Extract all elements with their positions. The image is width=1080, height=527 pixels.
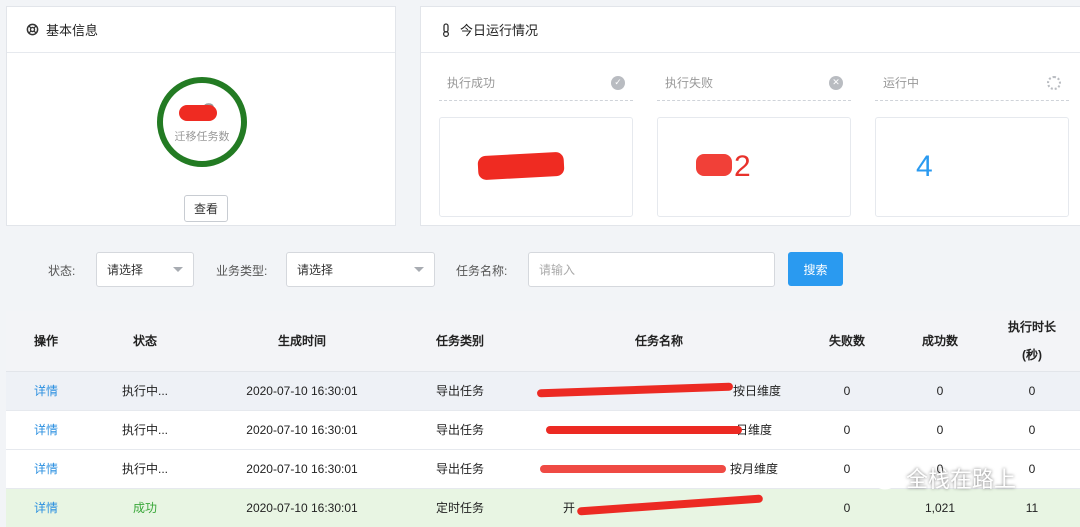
migration-count-label: 迁移任务数: [174, 130, 230, 143]
redaction-mark: [539, 465, 726, 473]
col-task-name: 任务名称: [520, 311, 798, 372]
stat-failed-box: 2: [657, 117, 851, 217]
col-duration-line1: 执行时长: [1007, 319, 1056, 334]
stat-success-box: 3: [439, 117, 633, 217]
task-name-input[interactable]: 请输入: [528, 252, 775, 287]
row-task-type: 定时任务: [400, 488, 520, 527]
redaction-mark: [576, 494, 764, 516]
row-status: 执行中...: [86, 371, 204, 411]
detail-link[interactable]: 详情: [6, 449, 86, 489]
migration-count-ring: 8 迁移任务数: [157, 77, 247, 167]
row-task-type: 导出任务: [400, 410, 520, 450]
status-select[interactable]: 请选择: [96, 252, 194, 287]
search-button[interactable]: 搜索: [788, 252, 843, 286]
wechat-icon: [863, 466, 896, 490]
row-created-at: 2020-07-10 16:30:01: [204, 449, 400, 489]
detail-link[interactable]: 详情: [6, 410, 86, 450]
table-row: 详情 执行中... 2020-07-10 16:30:01 导出任务 按日维度 …: [6, 371, 1080, 411]
stat-running-box: 4: [875, 117, 1069, 217]
watermark-text: 全栈在路上: [906, 467, 1017, 492]
status-filter-label: 状态:: [48, 264, 76, 278]
col-duration: 执行时长 (秒): [984, 311, 1080, 372]
basic-info-panel: 基本信息 8 迁移任务数 查看: [6, 6, 396, 226]
status-select-value: 请选择: [107, 263, 144, 277]
row-task-name: 按日维度: [520, 371, 798, 411]
table-row: 详情 执行中... 2020-07-10 16:30:01 导出任务 日维度 0…: [6, 410, 1080, 450]
row-status: 成功: [86, 488, 204, 527]
col-task-type: 任务类别: [400, 311, 520, 372]
today-status-title: 今日运行情况: [460, 23, 539, 38]
row-task-name: 开: [520, 488, 798, 527]
row-task-name: 按月维度: [520, 449, 798, 489]
col-success-count: 成功数: [896, 311, 984, 372]
row-task-name-text: 按月维度: [729, 462, 778, 476]
redaction-mark: [536, 382, 734, 398]
lifebuoy-icon: [25, 23, 39, 37]
col-action: 操作: [6, 311, 86, 372]
stat-running: 运行中 4: [875, 65, 1069, 217]
biz-type-filter-label: 业务类型:: [216, 264, 268, 278]
biz-type-select[interactable]: 请选择: [286, 252, 435, 287]
row-task-type: 导出任务: [400, 449, 520, 489]
row-task-name-text: 按日维度: [732, 384, 781, 398]
basic-info-title: 基本信息: [46, 23, 99, 38]
check-circle-icon: ✓: [611, 75, 625, 90]
redaction-mark: [178, 104, 217, 121]
table-header-row: 操作 状态 生成时间 任务类别 任务名称 失败数 成功数 执行时长 (秒): [6, 311, 1080, 372]
row-task-name: 日维度: [520, 410, 798, 450]
row-success-count: 0: [896, 410, 984, 450]
col-fail-count: 失败数: [798, 311, 896, 372]
stat-running-value: 4: [916, 150, 933, 183]
row-status: 执行中...: [86, 449, 204, 489]
row-created-at: 2020-07-10 16:30:01: [204, 410, 400, 450]
detail-link[interactable]: 详情: [6, 488, 86, 527]
stat-running-label: 运行中: [883, 76, 920, 90]
chevron-down-icon: [173, 267, 183, 272]
detail-link[interactable]: 详情: [6, 371, 86, 411]
stat-success-label: 执行成功: [447, 76, 496, 90]
task-name-filter-label: 任务名称:: [456, 264, 508, 278]
row-fail-count: 0: [798, 371, 896, 411]
row-status: 执行中...: [86, 410, 204, 450]
thermometer-icon: [439, 22, 453, 37]
row-duration: 0: [984, 371, 1080, 411]
col-created-at: 生成时间: [204, 311, 400, 372]
task-name-placeholder: 请输入: [539, 263, 576, 277]
row-duration: 0: [984, 410, 1080, 450]
row-task-name-text: 开: [562, 501, 575, 515]
row-task-type: 导出任务: [400, 371, 520, 411]
migration-count-value: 8: [178, 100, 217, 125]
spinner-icon: [1047, 75, 1061, 90]
row-created-at: 2020-07-10 16:30:01: [204, 371, 400, 411]
watermark: 全栈在路上: [862, 462, 1016, 494]
row-success-count: 0: [896, 371, 984, 411]
redaction-mark: [545, 426, 742, 434]
row-fail-count: 0: [798, 410, 896, 450]
basic-info-header: 基本信息: [7, 7, 395, 53]
stat-success: 执行成功 ✓ 3: [439, 65, 633, 217]
stat-failed: 执行失败 ✕ 2: [657, 65, 851, 217]
view-button[interactable]: 查看: [184, 195, 228, 222]
col-duration-line2: (秒): [1022, 347, 1042, 362]
today-status-panel: 今日运行情况 执行成功 ✓ 3 执行失败 ✕ 2 运行中 4: [420, 6, 1080, 226]
row-created-at: 2020-07-10 16:30:01: [204, 488, 400, 527]
today-status-header: 今日运行情况: [421, 7, 1080, 53]
biz-type-select-value: 请选择: [297, 263, 334, 277]
x-circle-icon: ✕: [829, 75, 843, 90]
filter-bar: 状态: 请选择 业务类型: 请选择 任务名称: 请输入 搜索: [6, 238, 1080, 306]
task-table: 操作 状态 生成时间 任务类别 任务名称 失败数 成功数 执行时长 (秒) 详情…: [6, 311, 1080, 527]
col-status: 状态: [86, 311, 204, 372]
stat-failed-label: 执行失败: [665, 76, 714, 90]
chevron-down-icon: [414, 267, 424, 272]
redaction-mark: [477, 151, 565, 181]
redaction-mark: [696, 154, 732, 176]
